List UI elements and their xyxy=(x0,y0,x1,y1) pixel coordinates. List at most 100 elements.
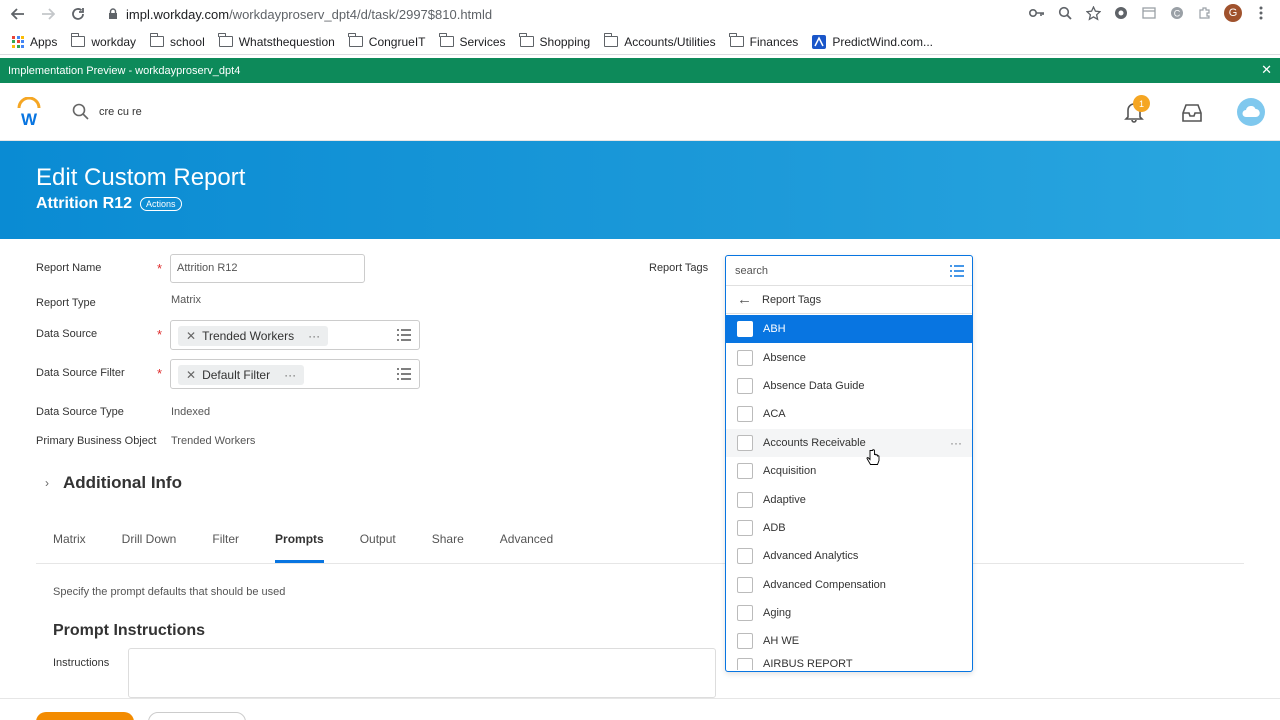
profile-avatar[interactable]: G xyxy=(1224,4,1242,22)
folder-icon xyxy=(603,33,619,47)
bookmark-predictwind[interactable]: PredictWind.com... xyxy=(812,34,933,49)
related-actions-icon[interactable]: ··· xyxy=(950,436,962,450)
tag-option[interactable]: ACA xyxy=(726,400,972,428)
extension-c-icon[interactable]: C xyxy=(1168,4,1186,22)
bookmark-accounts-utilities[interactable]: Accounts/Utilities xyxy=(603,33,716,49)
related-actions-icon[interactable]: ··· xyxy=(284,368,296,382)
bookmark-shopping[interactable]: Shopping xyxy=(519,33,590,49)
tag-checkbox[interactable] xyxy=(737,605,753,622)
list-icon[interactable] xyxy=(397,329,411,341)
tag-checkbox[interactable] xyxy=(737,519,753,536)
tag-checkbox[interactable] xyxy=(737,377,753,394)
extension-circle-icon[interactable] xyxy=(1112,4,1130,22)
data-source-label: Data Source xyxy=(36,328,98,340)
tags-search-field[interactable]: search xyxy=(726,256,972,286)
remove-icon[interactable]: ✕ xyxy=(186,329,196,343)
tag-checkbox[interactable] xyxy=(737,463,753,480)
zoom-icon[interactable] xyxy=(1056,4,1074,22)
tag-checkbox[interactable] xyxy=(737,406,753,423)
tag-option[interactable]: AH WE xyxy=(726,627,972,655)
tag-option[interactable]: Advanced Compensation xyxy=(726,571,972,599)
bookmark-school[interactable]: school xyxy=(149,33,205,49)
extension-box-icon[interactable] xyxy=(1140,4,1158,22)
tag-checkbox[interactable] xyxy=(737,349,753,366)
global-search[interactable]: cre cu re xyxy=(72,103,142,120)
report-name-input[interactable]: Attrition R12 xyxy=(170,254,365,283)
kebab-menu-icon[interactable] xyxy=(1252,4,1270,22)
tag-checkbox[interactable] xyxy=(737,434,753,451)
bookmark-services[interactable]: Services xyxy=(439,33,506,49)
data-source-pill[interactable]: ✕ Trended Workers ··· xyxy=(178,326,329,346)
bookmark-finances[interactable]: Finances xyxy=(729,33,798,49)
report-type-value: Matrix xyxy=(171,294,201,306)
tag-option[interactable]: Accounts Receivable ··· xyxy=(726,428,972,457)
inbox-icon[interactable] xyxy=(1181,103,1203,123)
cancel-button[interactable] xyxy=(148,712,246,720)
bookmark-label: Apps xyxy=(30,34,58,49)
tag-label: Acquisition xyxy=(763,465,817,478)
extension-puzzle-icon[interactable] xyxy=(1196,4,1214,22)
ok-button[interactable] xyxy=(36,712,134,720)
list-icon[interactable] xyxy=(950,265,964,277)
bookmark-congrueit[interactable]: CongrueIT xyxy=(348,33,426,49)
bookmark-label: workday xyxy=(91,34,137,49)
tab-prompts[interactable]: Prompts xyxy=(275,532,324,563)
bookmark-workday[interactable]: workday xyxy=(70,33,137,49)
bookmark-label: Whatsthequestion xyxy=(238,34,335,49)
remove-icon[interactable]: ✕ xyxy=(186,368,196,382)
tag-option[interactable]: Absence Data Guide xyxy=(726,372,972,400)
folder-icon xyxy=(439,33,454,47)
forward-arrow-icon[interactable] xyxy=(36,2,60,26)
tag-option[interactable]: ABH xyxy=(726,315,972,344)
star-icon[interactable] xyxy=(1084,4,1102,22)
actions-button[interactable]: Actions xyxy=(140,197,182,211)
tab-share[interactable]: Share xyxy=(432,532,464,563)
url-bar[interactable]: impl.workday.com/workdayproserv_dpt4/d/t… xyxy=(98,0,1088,28)
tag-option[interactable]: Acquisition xyxy=(726,457,972,485)
workday-logo[interactable]: W xyxy=(16,97,42,127)
tag-checkbox[interactable] xyxy=(737,657,753,670)
search-input[interactable]: cre cu re xyxy=(99,106,142,118)
related-actions-icon[interactable]: ··· xyxy=(308,329,320,343)
bookmark-whatsthequestion[interactable]: Whatsthequestion xyxy=(218,33,335,49)
cloud-profile-icon[interactable] xyxy=(1237,98,1265,126)
required-asterisk: * xyxy=(157,327,163,342)
back-arrow-icon[interactable] xyxy=(6,2,30,26)
tag-checkbox[interactable] xyxy=(737,633,753,650)
tag-option[interactable]: Absence xyxy=(726,343,972,371)
tag-checkbox[interactable] xyxy=(737,576,753,593)
tab-filter[interactable]: Filter xyxy=(212,532,239,563)
list-icon[interactable] xyxy=(397,368,411,380)
data-source-filter-pill[interactable]: ✕ Default Filter ··· xyxy=(178,365,305,385)
tag-option[interactable]: Aging xyxy=(726,599,972,627)
key-icon[interactable] xyxy=(1028,4,1046,22)
tag-option[interactable]: Advanced Analytics xyxy=(726,542,972,570)
tab-output[interactable]: Output xyxy=(360,532,396,563)
tags-search-input[interactable]: search xyxy=(735,265,768,277)
lock-icon xyxy=(109,8,117,19)
tag-label: AH WE xyxy=(763,635,800,648)
tab-advanced[interactable]: Advanced xyxy=(500,532,553,563)
report-tags-dropdown[interactable]: search ← Report Tags ABH Absence Absence D… xyxy=(725,255,973,672)
tag-option[interactable]: ADB xyxy=(726,514,972,542)
bookmark-label: CongrueIT xyxy=(368,34,426,49)
tags-back-row[interactable]: ← Report Tags xyxy=(726,286,972,314)
tag-option[interactable]: AIRBUS REPORT xyxy=(726,656,972,670)
report-tags-label: Report Tags xyxy=(649,262,709,274)
bookmark-apps[interactable]: Apps xyxy=(12,35,57,49)
tab-drill-down[interactable]: Drill Down xyxy=(122,532,177,563)
data-source-filter-field[interactable]: ✕ Default Filter ··· xyxy=(170,359,420,389)
close-icon[interactable]: ✕ xyxy=(1261,62,1272,78)
tag-option[interactable]: Adaptive xyxy=(726,485,972,513)
instructions-textarea[interactable] xyxy=(128,648,716,698)
tag-checkbox[interactable] xyxy=(737,491,753,508)
tag-checkbox[interactable] xyxy=(737,548,753,565)
back-arrow-icon[interactable]: ← xyxy=(737,291,752,308)
primary-business-object-value[interactable]: Trended Workers xyxy=(171,435,255,447)
additional-info-toggle[interactable]: › Additional Info xyxy=(45,473,182,493)
data-source-field[interactable]: ✕ Trended Workers ··· xyxy=(170,320,420,350)
page-title: Edit Custom Report xyxy=(36,164,246,191)
reload-icon[interactable] xyxy=(66,2,90,26)
tab-matrix[interactable]: Matrix xyxy=(53,532,86,563)
tag-checkbox[interactable] xyxy=(737,321,753,338)
